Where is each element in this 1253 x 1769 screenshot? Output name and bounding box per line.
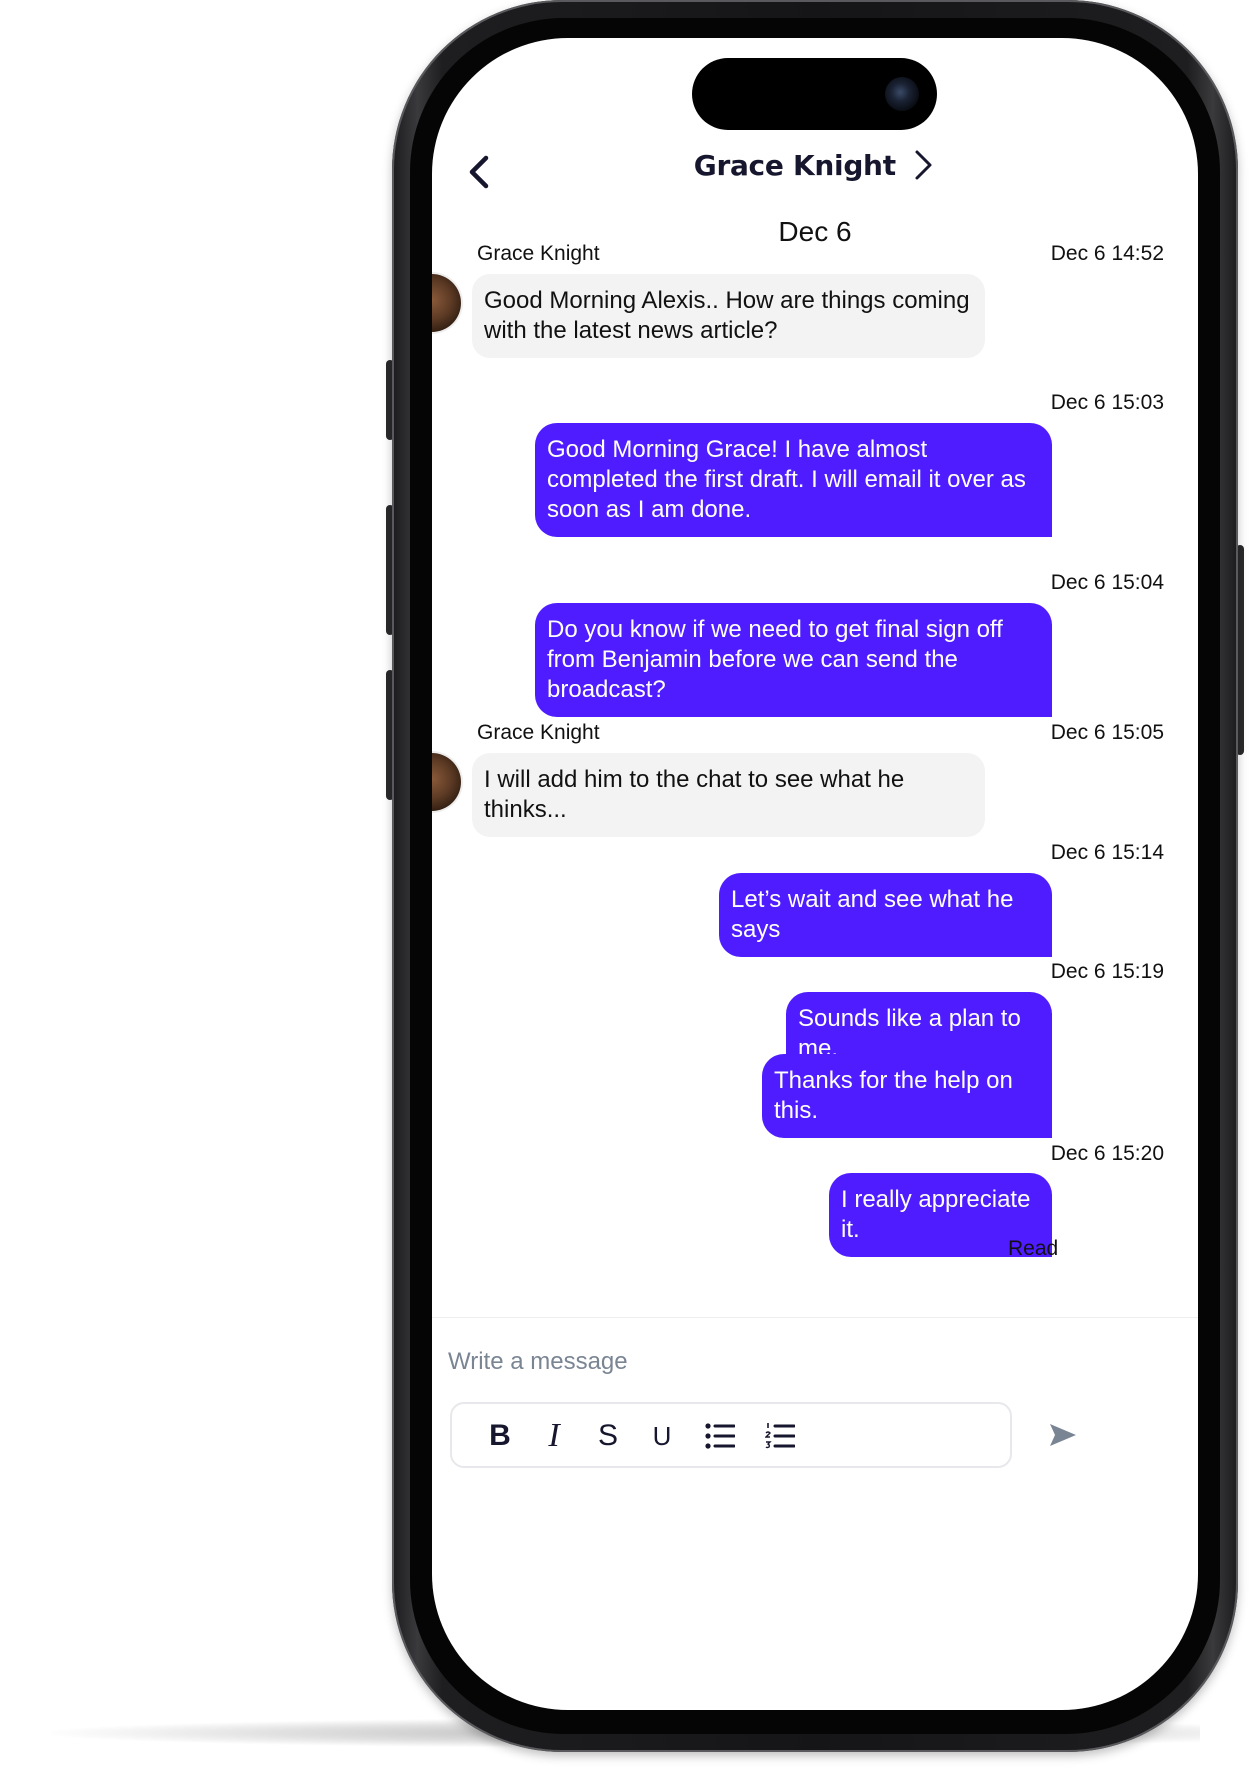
italic-button[interactable]: I	[532, 1416, 576, 1456]
message-timestamp: Dec 6 14:52	[1050, 242, 1164, 265]
phone-screen: Grace Knight Dec 6 Grace Knight Dec 6 14…	[432, 38, 1198, 1710]
sender-name: Grace Knight	[477, 242, 600, 265]
message-input[interactable]	[448, 1340, 1148, 1384]
message-timestamp: Dec 6 15:19	[1050, 960, 1164, 983]
contact-title-button[interactable]: Grace Knight	[432, 148, 1198, 182]
incoming-message-bubble[interactable]: Good Morning Alexis.. How are things com…	[472, 274, 985, 358]
dynamic-island	[692, 58, 937, 130]
avatar	[432, 274, 461, 332]
chat-header: Grace Knight	[432, 138, 1198, 208]
message-timestamp: Dec 6 15:04	[1050, 571, 1164, 594]
message-timestamp: Dec 6 15:14	[1050, 841, 1164, 864]
message-timestamp: Dec 6 15:05	[1050, 721, 1164, 744]
formatting-toolbar: B I S U	[450, 1402, 1012, 1468]
sender-name: Grace Knight	[477, 721, 600, 744]
outgoing-message-bubble[interactable]: Thanks for the help on this.	[762, 1054, 1052, 1138]
underline-button[interactable]: U	[640, 1416, 684, 1456]
message-timestamp: Dec 6 15:20	[1050, 1142, 1164, 1165]
bold-button[interactable]: B	[478, 1416, 522, 1456]
send-icon	[1050, 1424, 1076, 1446]
incoming-message-bubble[interactable]: I will add him to the chat to see what h…	[472, 753, 985, 837]
chevron-right-icon	[915, 150, 932, 180]
bullet-list-button[interactable]	[698, 1416, 742, 1456]
composer-divider	[432, 1317, 1198, 1318]
contact-name: Grace Knight	[693, 148, 896, 182]
outgoing-message-bubble[interactable]: Do you know if we need to get final sign…	[535, 603, 1052, 717]
message-timestamp: Dec 6 15:03	[1050, 391, 1164, 414]
bullet-list-icon	[705, 1423, 735, 1449]
outgoing-message-bubble[interactable]: Good Morning Grace! I have almost comple…	[535, 423, 1052, 537]
numbered-list-button[interactable]	[758, 1416, 802, 1456]
numbered-list-icon	[765, 1423, 795, 1449]
outgoing-message-bubble[interactable]: Let’s wait and see what he says	[719, 873, 1052, 957]
front-camera	[885, 77, 919, 111]
strikethrough-button[interactable]: S	[586, 1416, 630, 1456]
send-button[interactable]	[1046, 1418, 1080, 1452]
read-receipt: Read	[1008, 1237, 1059, 1260]
avatar	[432, 753, 461, 811]
